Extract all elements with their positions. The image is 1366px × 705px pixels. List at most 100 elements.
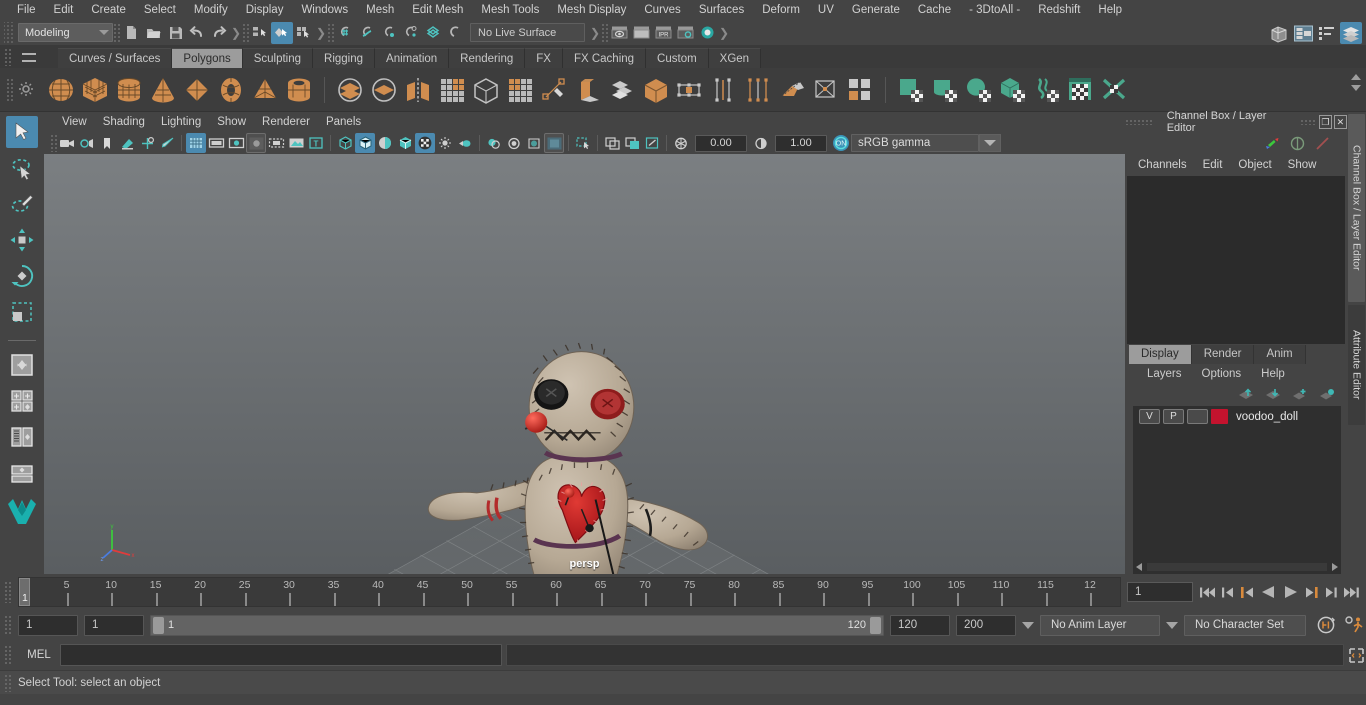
shelf-tab-rigging[interactable]: Rigging: [313, 48, 376, 68]
scroll-right-icon[interactable]: [1330, 562, 1339, 572]
animation-preferences-icon[interactable]: [1344, 615, 1366, 635]
channel-box-content[interactable]: [1127, 176, 1345, 344]
wedge-face-icon[interactable]: [775, 73, 809, 107]
viewport-menu-show[interactable]: Show: [209, 112, 254, 132]
redo-icon[interactable]: [208, 22, 230, 44]
animation-start-field[interactable]: 1: [18, 614, 78, 636]
image-plane-icon[interactable]: [117, 133, 137, 153]
snap-to-projected-center-icon[interactable]: [400, 22, 422, 44]
camera-attributes-icon[interactable]: [77, 133, 97, 153]
menu-help[interactable]: Help: [1089, 0, 1131, 20]
new-layer-icon[interactable]: [1291, 388, 1308, 401]
help-line-grip[interactable]: [4, 674, 13, 692]
step-back-frame-button[interactable]: [1240, 585, 1255, 600]
channel-box-menu-channels[interactable]: Channels: [1131, 159, 1194, 171]
snap-to-view-plane-icon[interactable]: [422, 22, 444, 44]
textured-shading-icon[interactable]: [415, 133, 435, 153]
layer-shading-toggle[interactable]: [1187, 409, 1208, 424]
reduce-mesh-icon[interactable]: [503, 73, 537, 107]
collapse-render-group-icon[interactable]: ❯: [718, 23, 730, 43]
shadows-icon[interactable]: [484, 133, 504, 153]
channel-box-menu-show[interactable]: Show: [1281, 159, 1324, 171]
uv-automatic-icon[interactable]: [996, 73, 1030, 107]
animation-end-field[interactable]: 200: [956, 614, 1016, 636]
gamma-field[interactable]: 1.00: [775, 134, 827, 152]
panel-close-button[interactable]: ✕: [1333, 115, 1347, 129]
range-slider-grip[interactable]: [4, 615, 13, 635]
film-origin-icon[interactable]: [266, 133, 286, 153]
attribute-editor-toggle-icon[interactable]: [1289, 136, 1306, 151]
anim-layer-selector[interactable]: No Anim Layer: [1040, 614, 1160, 636]
channel-box-toggle-icon[interactable]: [1264, 136, 1281, 151]
shelf-scroll-buttons[interactable]: [1349, 73, 1363, 92]
shelf-tab-polygons[interactable]: Polygons: [172, 48, 243, 68]
snap-to-curve-icon[interactable]: [356, 22, 378, 44]
save-scene-icon[interactable]: [164, 22, 186, 44]
viewport-menu-shading[interactable]: Shading: [95, 112, 153, 132]
menu-mesh-tools[interactable]: Mesh Tools: [472, 0, 548, 20]
menu-uv[interactable]: UV: [809, 0, 843, 20]
move-layer-down-icon[interactable]: [1264, 388, 1281, 401]
shelf-tab-xgen[interactable]: XGen: [708, 48, 762, 68]
viewport-menu-panels[interactable]: Panels: [318, 112, 369, 132]
tool-settings-toggle-icon[interactable]: [1314, 136, 1331, 151]
time-slider[interactable]: 1 5 10 15 20 25 30 35 40 45 50 55 60 65 70 75 80 85 90 95 1…: [18, 577, 1121, 607]
polygon-pipe-icon[interactable]: [282, 73, 316, 107]
menu-file[interactable]: File: [8, 0, 45, 20]
shelf-tab-curves-surfaces[interactable]: Curves / Surfaces: [58, 48, 173, 68]
color-management-toggle-icon[interactable]: ON: [831, 133, 851, 153]
single-perspective-layout[interactable]: [6, 349, 38, 381]
step-back-keyframe-button[interactable]: [1221, 585, 1235, 600]
script-language-label[interactable]: MEL: [18, 649, 60, 661]
menu-3dtoall[interactable]: - 3DtoAll -: [960, 0, 1029, 20]
play-backwards-button[interactable]: [1260, 584, 1277, 600]
persp-graph-layout[interactable]: [6, 457, 38, 489]
insert-edge-loop-icon[interactable]: [707, 73, 741, 107]
shelf-options-gear-icon[interactable]: [18, 81, 34, 97]
make-live-icon[interactable]: [444, 22, 466, 44]
display-layer-row[interactable]: V Pvoodoo_doll: [1133, 406, 1341, 424]
xray-active-components-icon[interactable]: [642, 133, 662, 153]
shelf-tab-fx[interactable]: FX: [525, 48, 563, 68]
channel-box-menu-object[interactable]: Object: [1231, 159, 1278, 171]
menu-windows[interactable]: Windows: [292, 0, 357, 20]
viewport-toolbar-grip[interactable]: [50, 134, 57, 152]
use-all-lights-icon[interactable]: [455, 133, 475, 153]
poke-face-icon[interactable]: [809, 73, 843, 107]
shelf-grip[interactable]: [4, 48, 13, 66]
toggle-modeling-toolkit-icon[interactable]: [1268, 22, 1290, 44]
select-by-object-icon[interactable]: [271, 21, 293, 44]
use-default-lighting-icon[interactable]: [435, 133, 455, 153]
panel-restore-button[interactable]: ❐: [1318, 115, 1332, 129]
polygon-cone-icon[interactable]: [146, 73, 180, 107]
new-scene-icon[interactable]: [120, 22, 142, 44]
collapse-snap-group-icon[interactable]: ❯: [589, 23, 601, 43]
gamma-icon[interactable]: [751, 133, 771, 153]
status-section-grip-4[interactable]: [601, 22, 608, 43]
render-settings-icon[interactable]: [674, 22, 696, 44]
wireframe-on-shaded-icon[interactable]: [395, 133, 415, 153]
xray-joints-icon[interactable]: [622, 133, 642, 153]
shelf-tab-fx-caching[interactable]: FX Caching: [562, 48, 647, 68]
scrollbar-track[interactable]: [1147, 562, 1327, 571]
two-d-pan-zoom-icon[interactable]: [137, 133, 157, 153]
live-surface-field[interactable]: No Live Surface: [470, 23, 585, 42]
playback-start-field[interactable]: 1: [84, 614, 144, 636]
quad-draw-icon[interactable]: [843, 73, 877, 107]
extrude-icon[interactable]: [571, 73, 605, 107]
select-tool[interactable]: [6, 116, 38, 148]
layer-visibility-toggle[interactable]: V: [1139, 409, 1160, 424]
shelf-tab-custom[interactable]: Custom: [646, 48, 709, 68]
command-input-field[interactable]: [60, 644, 502, 666]
menu-create[interactable]: Create: [82, 0, 135, 20]
render-current-frame-icon[interactable]: [630, 22, 652, 44]
shelf-tab-sculpting[interactable]: Sculpting: [242, 48, 314, 68]
toggle-attribute-editor-icon[interactable]: [1292, 22, 1314, 44]
shelf-row-grip[interactable]: [6, 78, 15, 102]
range-slider-bar[interactable]: 1 120: [150, 614, 884, 636]
range-end-handle[interactable]: [870, 616, 881, 634]
toggle-channel-box-icon[interactable]: [1340, 22, 1362, 44]
resolution-gate-icon[interactable]: [226, 133, 246, 153]
menu-edit-mesh[interactable]: Edit Mesh: [403, 0, 472, 20]
multisample-antialias-icon[interactable]: [544, 133, 564, 153]
